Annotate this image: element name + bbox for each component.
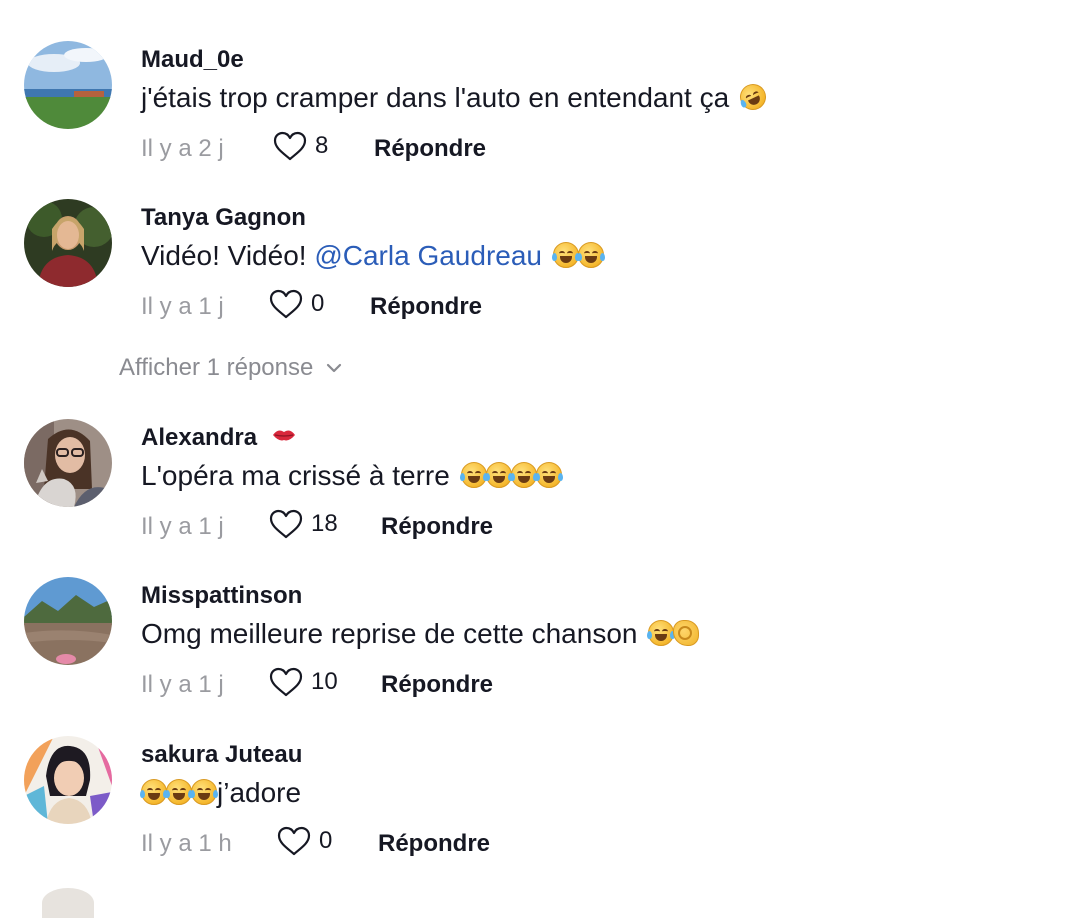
like-button[interactable]: 0 [269,287,324,321]
comment-item: Alexandra L'opéra ma crissé à terre Il y… [0,419,1070,569]
avatar[interactable] [24,199,112,287]
like-button[interactable]: 18 [269,507,338,541]
avatar[interactable] [42,888,94,918]
reply-button[interactable]: Répondre [378,830,490,858]
mention-link[interactable]: @Carla Gaudreau [314,240,542,271]
comment-time: Il y a 1 j [141,293,224,320]
like-button[interactable]: 8 [273,129,328,163]
heart-icon [273,131,307,161]
comment-meta: Il y a 2 j 8 Répondre [141,129,841,165]
comment-username: Alexandra [141,424,296,452]
comment-text: L'opéra ma crissé à terre [141,460,563,492]
comment-username[interactable]: Misspattinson [141,582,302,610]
comment-text-body: L'opéra ma crissé à terre [141,460,450,491]
reply-button[interactable]: Répondre [370,293,482,321]
reply-button[interactable]: Répondre [381,671,493,699]
comment-meta: Il y a 1 j 18 Répondre [141,507,841,543]
comment-text: Omg meilleure reprise de cette chanson [141,618,700,650]
rolling-on-floor-laughing-icon [735,79,771,115]
comment-meta: Il y a 1 h 0 Répondre [141,824,841,860]
tears-of-joy-icon [140,779,168,805]
show-replies-label: Afficher 1 réponse [119,354,314,381]
tears-of-joy-icon [484,462,513,488]
heart-icon [277,826,311,856]
heart-icon [269,289,303,319]
comment-item: Maud_0e j'étais trop cramper dans l'auto… [0,41,1070,191]
comment-item: Misspattinson Omg meilleure reprise de c… [0,577,1070,727]
chevron-down-icon [327,363,342,373]
comment-text: j’adore [140,777,302,809]
like-count: 18 [311,510,338,537]
like-count: 0 [311,290,325,317]
heart-icon [269,509,303,539]
avatar[interactable] [24,736,112,824]
tears-of-joy-icon [190,779,218,805]
tears-of-joy-icon [647,620,676,646]
comment-time: Il y a 1 j [141,513,224,540]
comment-time: Il y a 1 j [141,671,224,698]
comment-time: Il y a 1 h [141,830,232,857]
comment-meta: Il y a 1 j 0 Répondre [141,287,841,323]
comment-meta: Il y a 1 j 10 Répondre [141,665,841,701]
like-count: 0 [319,827,333,854]
avatar[interactable] [24,41,112,129]
show-replies-button[interactable]: Afficher 1 réponse [119,354,343,382]
like-count: 10 [311,668,338,695]
comment-item: sakura Juteau j’adore Il y a 1 h 0 Répon… [0,736,1070,886]
heart-icon [269,667,303,697]
like-button[interactable]: 0 [277,824,332,858]
tears-of-joy-icon [551,242,580,268]
comment-item: Tanya Gagnon Vidéo! Vidéo! @Carla Gaudre… [0,199,1070,349]
comment-text-body: j’adore [217,777,302,808]
reply-button[interactable]: Répondre [381,513,493,541]
lips-icon [272,430,295,441]
tears-of-joy-icon [576,242,605,268]
ok-hand-icon [673,620,700,646]
comment-username[interactable]: Tanya Gagnon [141,204,306,232]
like-button[interactable]: 10 [269,665,338,699]
comment-time: Il y a 2 j [141,135,224,162]
tears-of-joy-icon [534,462,563,488]
tears-of-joy-icon [459,462,488,488]
tears-of-joy-icon [509,462,538,488]
like-count: 8 [315,132,329,159]
comment-text-body: j'étais trop cramper dans l'auto en ente… [141,82,730,113]
avatar[interactable] [24,577,112,665]
comment-username[interactable]: sakura Juteau [141,741,302,769]
comment-username-text[interactable]: Alexandra [141,424,257,451]
comment-text-body: Vidéo! Vidéo! [141,240,315,271]
comment-username[interactable]: Maud_0e [141,46,244,74]
avatar[interactable] [24,419,112,507]
comment-text: Vidéo! Vidéo! @Carla Gaudreau [141,240,605,272]
comment-text: j'étais trop cramper dans l'auto en ente… [141,79,771,115]
reply-button[interactable]: Répondre [374,135,486,163]
previous-comment-meta [140,0,148,4]
tears-of-joy-icon [165,779,193,805]
comment-text-body: Omg meilleure reprise de cette chanson [141,618,638,649]
